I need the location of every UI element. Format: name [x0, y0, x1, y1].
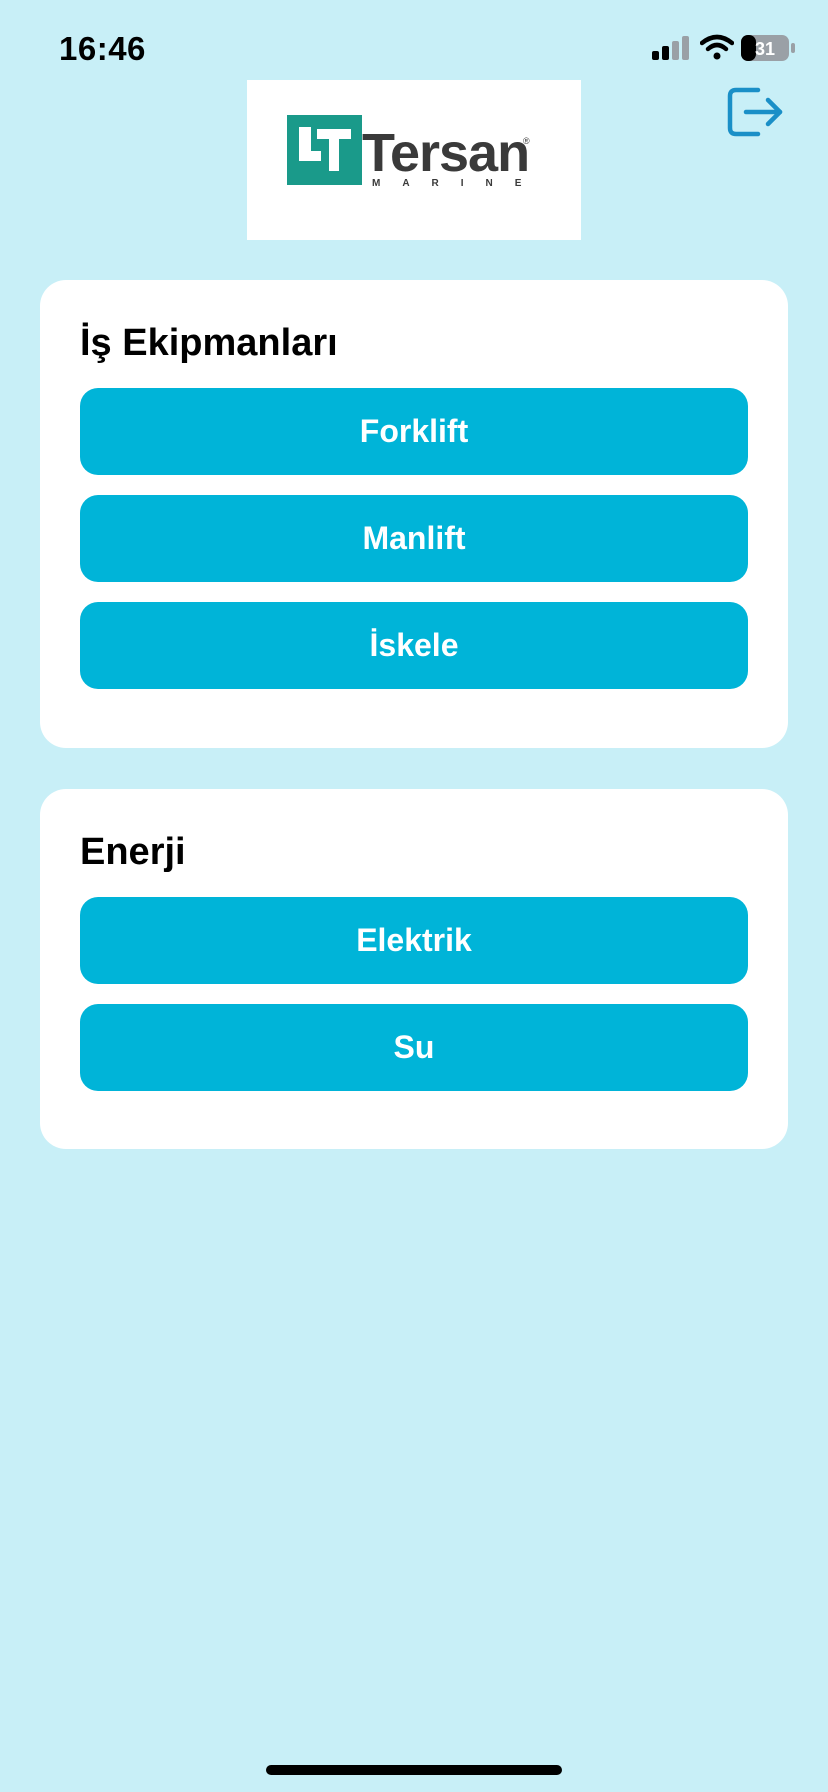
section-card-is-ekipmanlari: İş Ekipmanları Forklift Manlift İskele — [40, 280, 788, 748]
screen: 16:46 31 Tersan ® MARINE İş Ekipmanları … — [0, 0, 828, 1792]
elektrik-button[interactable]: Elektrik — [80, 897, 748, 984]
logout-button[interactable] — [726, 84, 786, 140]
wifi-icon — [700, 34, 734, 60]
logout-icon — [727, 87, 783, 137]
manlift-button[interactable]: Manlift — [80, 495, 748, 582]
forklift-button[interactable]: Forklift — [80, 388, 748, 475]
logo-wordmark: Tersan — [362, 123, 530, 183]
cellular-signal-icon — [652, 36, 689, 60]
section-card-enerji: Enerji Elektrik Su — [40, 789, 788, 1149]
status-time: 16:46 — [59, 30, 146, 67]
iskele-button[interactable]: İskele — [80, 602, 748, 689]
battery-level: 31 — [755, 39, 775, 59]
logo-subtitle: MARINE — [372, 178, 544, 189]
section-title: İş Ekipmanları — [80, 322, 338, 364]
logo-registered-mark: ® — [523, 136, 530, 146]
tersan-logo-mark-icon — [287, 115, 362, 185]
home-indicator[interactable] — [266, 1765, 562, 1775]
section-title: Enerji — [80, 831, 186, 873]
company-logo: Tersan ® MARINE — [247, 80, 581, 240]
su-button[interactable]: Su — [80, 1004, 748, 1091]
battery-icon: 31 — [741, 35, 795, 61]
